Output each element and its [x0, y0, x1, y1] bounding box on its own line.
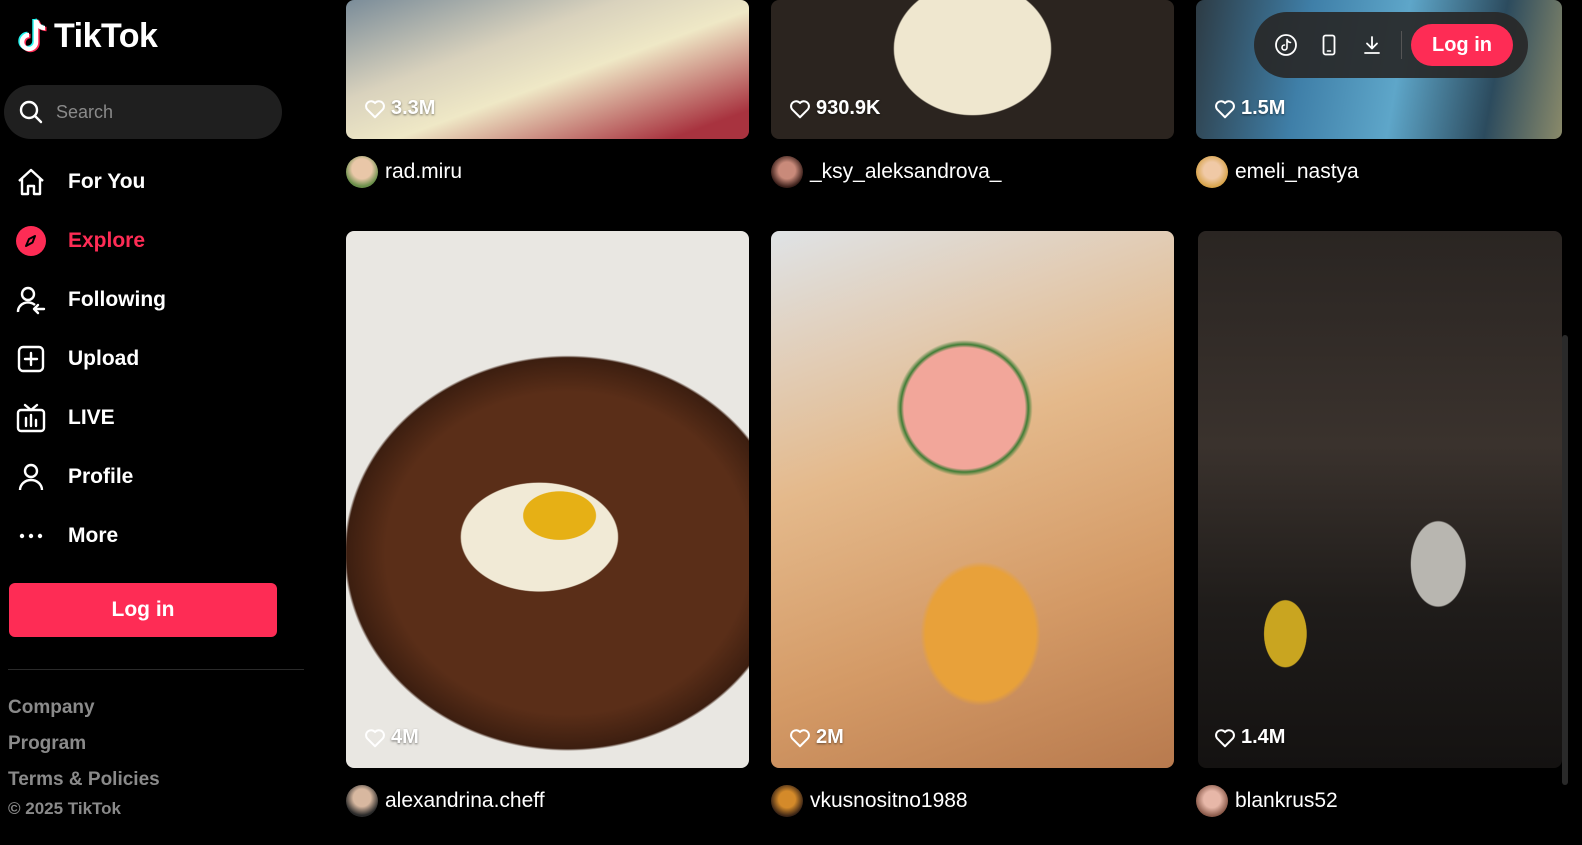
nav-label: Following [68, 287, 166, 311]
like-count: 3.3M [364, 97, 435, 120]
like-count-text: 4M [391, 726, 419, 748]
nav-label: Explore [68, 228, 146, 252]
nav-item-upload[interactable]: Upload [0, 329, 312, 388]
video-thumbnail[interactable] [346, 231, 749, 768]
video-author[interactable]: vkusnositno1988 [771, 785, 968, 817]
heart-icon [365, 728, 385, 747]
footer-links: Company Program Terms & Policies [8, 690, 160, 798]
upload-icon [14, 342, 48, 376]
like-count-text: 2M [816, 726, 844, 748]
nav-label: For You [68, 169, 146, 193]
tiktok-logo-icon [18, 18, 47, 53]
video-thumbnail[interactable] [771, 231, 1174, 768]
video-author[interactable]: alexandrina.cheff [346, 785, 545, 817]
nav-item-live[interactable]: LIVE [0, 388, 312, 447]
avatar [346, 156, 378, 188]
video-author[interactable]: _ksy_aleksandrova_ [771, 156, 1001, 188]
nav-item-profile[interactable]: Profile [0, 447, 312, 506]
nav-label: LIVE [68, 405, 115, 429]
live-icon [14, 401, 48, 435]
nav-item-explore[interactable]: Explore [0, 211, 312, 270]
tiktok-app-icon[interactable] [1272, 31, 1300, 59]
profile-icon [14, 460, 48, 494]
top-action-bar: Log in [1254, 12, 1528, 78]
heart-icon [1215, 728, 1235, 747]
footer-link-program[interactable]: Program [8, 726, 160, 762]
like-count-text: 1.4M [1241, 726, 1286, 748]
like-count: 2M [789, 726, 844, 749]
avatar [771, 156, 803, 188]
search-icon [19, 100, 43, 124]
logo-wordmark: TikTok [54, 16, 158, 55]
like-count: 930.9K [789, 97, 881, 120]
sidebar-login-button[interactable]: Log in [9, 583, 277, 637]
nav-label: Profile [68, 464, 134, 488]
nav-item-for-you[interactable]: For You [0, 152, 312, 211]
avatar [346, 785, 378, 817]
like-count-text: 1.5M [1241, 97, 1286, 119]
sidebar-divider [8, 669, 304, 670]
nav-item-following[interactable]: Following [0, 270, 312, 329]
author-name: _ksy_aleksandrova_ [810, 160, 1002, 183]
heart-icon [790, 728, 810, 747]
search-bar[interactable] [4, 85, 282, 139]
like-count: 1.5M [1214, 97, 1285, 120]
video-author[interactable]: rad.miru [346, 156, 462, 188]
footer-link-terms[interactable]: Terms & Policies [8, 762, 160, 798]
following-icon [14, 283, 48, 317]
avatar [771, 785, 803, 817]
nav-label: Upload [68, 346, 140, 370]
search-input[interactable] [56, 101, 256, 123]
download-icon[interactable] [1358, 31, 1386, 59]
avatar [1196, 785, 1228, 817]
like-count-text: 930.9K [816, 97, 881, 119]
video-author[interactable]: emeli_nastya [1196, 156, 1359, 188]
heart-icon [365, 99, 385, 118]
home-icon [14, 165, 48, 199]
avatar [1196, 156, 1228, 188]
copyright: © 2025 TikTok [8, 799, 122, 818]
sidebar: TikTok For You Explore Following [0, 0, 312, 845]
footer-link-company[interactable]: Company [8, 690, 160, 726]
author-name: blankrus52 [1235, 789, 1338, 812]
author-name: vkusnositno1988 [810, 789, 968, 812]
heart-icon [1215, 99, 1235, 118]
nav-item-more[interactable]: More [0, 506, 312, 565]
like-count-text: 3.3M [391, 97, 436, 119]
more-icon [14, 519, 48, 553]
video-author[interactable]: blankrus52 [1196, 785, 1338, 817]
compass-icon [14, 224, 48, 258]
like-count: 1.4M [1214, 726, 1285, 749]
toolbar-divider [1401, 31, 1402, 59]
video-thumbnail[interactable] [1198, 231, 1562, 768]
mobile-icon[interactable] [1315, 31, 1343, 59]
nav-label: More [68, 523, 119, 547]
heart-icon [790, 99, 810, 118]
author-name: emeli_nastya [1235, 160, 1359, 183]
author-name: alexandrina.cheff [385, 789, 545, 812]
like-count: 4M [364, 726, 419, 749]
main-nav: For You Explore Following Upload LIVE Pr… [0, 152, 312, 565]
author-name: rad.miru [385, 160, 463, 183]
header-login-button[interactable]: Log in [1411, 24, 1513, 66]
scrollbar[interactable] [1562, 335, 1568, 785]
tiktok-logo[interactable]: TikTok [14, 16, 158, 56]
